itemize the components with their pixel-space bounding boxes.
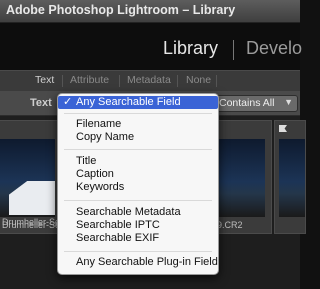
rule-select-value: Contains All [219, 97, 275, 109]
module-library[interactable]: Library [163, 38, 218, 59]
checkmark-icon: ✓ [63, 96, 73, 108]
thumbnail-cell[interactable] [274, 120, 306, 234]
filter-divider [62, 75, 63, 87]
menu-separator [64, 251, 212, 252]
menu-item-any-searchable-field[interactable]: ✓ Any Searchable Field [58, 96, 218, 109]
menu-item-copy-name[interactable]: Copy Name [58, 131, 218, 144]
menu-separator [64, 200, 212, 201]
menu-item-searchable-iptc[interactable]: Searchable IPTC [58, 219, 218, 232]
menu-item-searchable-exif[interactable]: Searchable EXIF [58, 232, 218, 245]
menu-separator [64, 113, 212, 114]
title-bar: Adobe Photoshop Lightroom – Library [0, 0, 300, 23]
rule-select[interactable]: Contains All ▼ [212, 95, 298, 112]
menu-item-searchable-metadata[interactable]: Searchable Metadata [58, 206, 218, 219]
filter-attribute-button[interactable]: Attribute [70, 74, 109, 86]
menu-item-plugin-field[interactable]: Any Searchable Plug-in Field [58, 256, 218, 269]
filter-divider [119, 75, 120, 87]
menu-item-caption[interactable]: Caption [58, 168, 218, 181]
menu-item-title[interactable]: Title [58, 155, 218, 168]
thumbnail-caption: 9.CR2 [217, 220, 243, 230]
library-filter-bar: Text Attribute Metadata None [0, 70, 300, 92]
search-field-menu[interactable]: ✓ Any Searchable Field Filename Copy Nam… [57, 93, 219, 275]
menu-item-keywords[interactable]: Keywords [58, 181, 218, 194]
window-title: Adobe Photoshop Lightroom – Library [6, 3, 236, 17]
text-filter-label: Text [30, 97, 52, 109]
flag-icon[interactable] [279, 125, 287, 132]
chevron-down-icon: ▼ [284, 97, 293, 107]
module-separator [233, 40, 234, 60]
menu-item-filename[interactable]: Filename [58, 118, 218, 131]
thumbnail-image[interactable] [279, 139, 305, 217]
filter-divider [177, 75, 178, 87]
module-develop[interactable]: Develo [246, 38, 302, 59]
filter-none-button[interactable]: None [186, 74, 211, 86]
filter-divider [216, 75, 217, 87]
thumbnail-image[interactable] [0, 139, 55, 217]
filter-text-button[interactable]: Text [35, 74, 54, 86]
filter-metadata-button[interactable]: Metadata [127, 74, 171, 86]
menu-separator [64, 149, 212, 150]
barn-shape [9, 181, 55, 215]
